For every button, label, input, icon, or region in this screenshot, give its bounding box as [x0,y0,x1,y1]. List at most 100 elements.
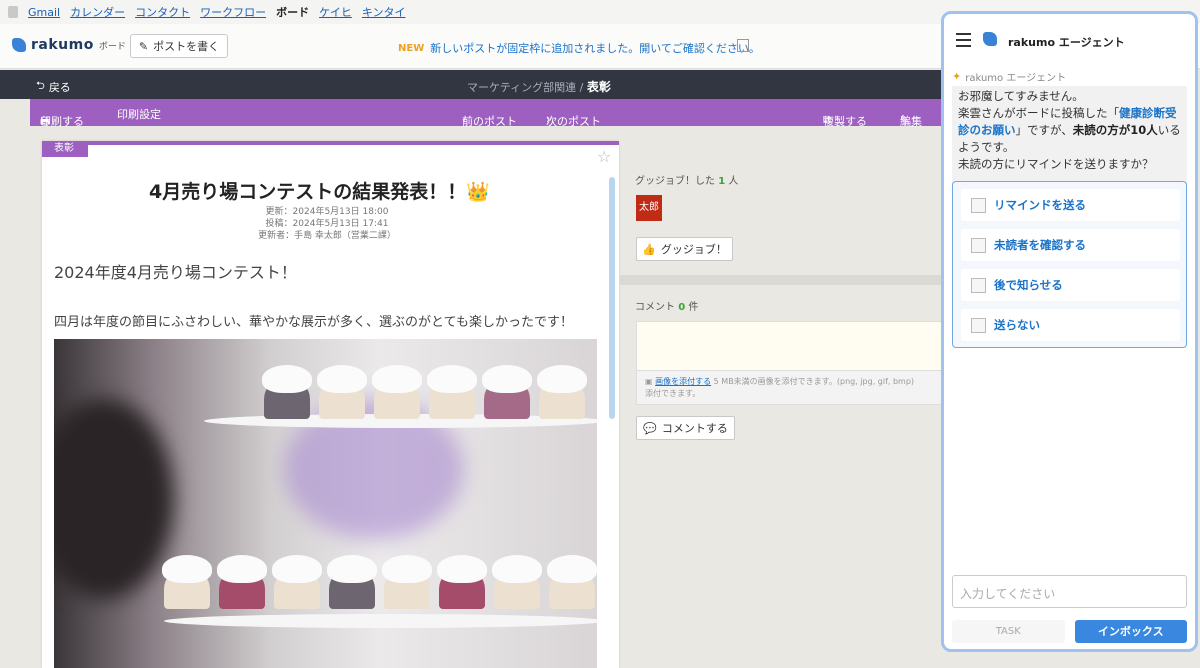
cupcake-photo [54,339,597,668]
write-post-button[interactable]: ✎ ポストを書く [130,34,228,58]
link-keihi[interactable]: ケイヒ [319,4,352,20]
link-board[interactable]: ボード [276,4,309,20]
option-label: リマインドを送る [994,198,1086,212]
option-label: 未読者を確認する [994,238,1086,252]
card-accent [42,141,619,145]
logo-subtitle: ボード [98,41,126,52]
option-dont-send[interactable]: 送らない [961,309,1180,341]
comment-count-label: コメント 0 件 [635,298,698,313]
goodjob-count: 1 [718,176,726,187]
agent-message: お邪魔してすみません。 楽雲さんがボードに投稿した「健康診断受診のお願い」ですが… [952,86,1187,186]
unread-count-text: 未読の方が10人 [1072,123,1158,137]
post-meta: 更新：2024年5月13日 18:00 投稿：2024年5月13日 17:41 … [242,206,412,242]
sender-name: rakumo エージェント [965,73,1067,84]
attach-note-2: 添付できます。 [645,389,701,398]
back-arrow-icon: ⮌ [36,79,45,92]
comment-input[interactable] [636,321,948,371]
back-button[interactable]: ⮌ 戻る [36,77,71,96]
category-tag: 表彰 [42,141,88,157]
avatar[interactable]: 太郎 [636,195,662,221]
print-label: 印刷する [40,115,84,128]
comment-unit: 件 [688,302,699,313]
link-gmail[interactable]: Gmail [28,6,60,19]
write-post-label: ポストを書く [153,40,220,53]
back-label: 戻る [48,80,71,94]
attach-image-link[interactable]: 画像を添付する [655,377,711,386]
updated-date: 更新：2024年5月13日 18:00 [265,207,389,217]
post-heading: 2024年度4月売り場コンテスト！ [54,263,297,282]
rakumo-logo[interactable]: rakumo ボード [12,37,126,53]
apps-icon[interactable] [8,6,18,18]
agent-tabs: TASK インボックス [952,620,1187,643]
comment-button[interactable]: 💬 コメントする [636,416,735,440]
new-badge: NEW [398,42,425,54]
option-icon [971,237,986,253]
comment-button-label: コメントする [661,422,728,435]
link-contacts[interactable]: コンタクト [135,4,190,20]
scrollbar[interactable] [609,177,615,419]
message-prefix: 楽雲さんがボードに投稿した「 [958,106,1119,120]
link-workflow[interactable]: ワークフロー [200,4,266,20]
breadcrumb-bar: ⮌ 戻る マーケティング部関連 / 表彰 [0,70,948,99]
message-middle: 」ですが、 [1015,123,1073,137]
duplicate-label: 複製する [823,115,867,128]
link-calendar[interactable]: カレンダー [70,4,125,20]
notice-banner[interactable]: NEW 新しいポストが固定枠に追加されました。開いてご確認ください。 [398,40,760,56]
pencil-icon: ✎ [138,39,149,53]
comment-icon: 💬 [643,421,657,435]
star-icon[interactable]: ☆ [597,147,611,166]
agent-title: rakumo エージェント [1008,36,1125,49]
crown-icon: 👑 [466,181,490,203]
attach-note: 5 MB未満の画像を添付できます。(png, jpg, gif, bmp) [713,377,915,386]
option-send-reminder[interactable]: リマインドを送る [961,189,1180,221]
agent-logo-icon [983,32,997,46]
image-icon: ▣ [645,377,653,386]
message-line-1: お邪魔してすみません。 [958,89,1084,103]
goodjob-count-label: グッジョブ！した 1 人 [635,172,738,187]
goodjob-label: グッジョブ！した [635,176,715,187]
post-title-text: 4月売り場コンテストの結果発表！！ [149,181,467,203]
option-label: 送らない [994,318,1040,332]
chevron-right-icon: › [546,113,551,126]
agent-input[interactable]: 入力してください [952,575,1187,608]
tab-inbox[interactable]: インボックス [1074,620,1187,643]
posted-date: 投稿：2024年5月13日 17:41 [265,219,389,229]
logo-text: rakumo [31,37,94,53]
option-icon [971,277,986,293]
agent-options: リマインドを送る 未読者を確認する 後で知らせる 送らない [952,181,1187,348]
menu-icon[interactable] [956,33,971,51]
option-check-unread[interactable]: 未読者を確認する [961,229,1180,261]
sparkle-icon: ✦ [952,70,962,83]
post-lead: 四月は年度の節目にふさわしい、華やかな展示が多く、選ぶのがとても楽しかったです！ [54,315,573,330]
notice-text[interactable]: 新しいポストが固定枠に追加されました。開いてご確認ください。 [430,40,760,56]
option-notify-later[interactable]: 後で知らせる [961,269,1180,301]
next-post-label: 次のポスト [546,115,601,128]
prev-post-label: 前のポスト [462,115,517,128]
updater: 更新者：手島 幸太郎（営業二課） [258,231,396,241]
goodjob-unit: 人 [728,176,739,187]
option-icon [971,317,986,333]
post-card: 表彰 ☆ 4月売り場コンテストの結果発表！！👑 更新：2024年5月13日 18… [42,141,619,668]
rakumo-logo-icon [12,38,26,52]
message-line-2: 楽雲さんがボードに投稿した「健康診断受診のお願い」ですが、未読の方が10人いるよ… [958,105,1181,156]
message-question: 未読の方にリマインドを送りますか？ [958,157,1154,171]
option-label: 後で知らせる [994,278,1063,292]
comment-label: コメント [635,302,675,313]
option-icon [971,197,986,213]
breadcrumb: マーケティング部関連 / 表彰 [467,78,611,95]
attach-area: ▣ 画像を添付する 5 MB未満の画像を添付できます。(png, jpg, gi… [636,371,948,405]
thumbs-up-icon: 👍 [642,242,656,256]
goodjob-button[interactable]: 👍 グッジョブ！ [636,237,733,261]
comment-count: 0 [678,302,686,313]
pin-notice-icon[interactable] [737,39,749,52]
section-divider [620,275,948,285]
breadcrumb-parent[interactable]: マーケティング部関連 / [467,81,583,94]
edit-label: 編集 [900,115,922,128]
tab-task[interactable]: TASK [952,620,1065,643]
print-settings-button[interactable]: 印刷設定 [117,106,161,122]
link-kintai[interactable]: キンタイ [362,4,406,20]
message-sender: ✦ rakumo エージェント [952,69,1066,84]
agent-panel: rakumo エージェント ✦ rakumo エージェント お邪魔してすみません… [941,11,1198,652]
goodjob-button-label: グッジョブ！ [660,243,727,256]
post-title: 4月売り場コンテストの結果発表！！👑 [42,177,597,204]
